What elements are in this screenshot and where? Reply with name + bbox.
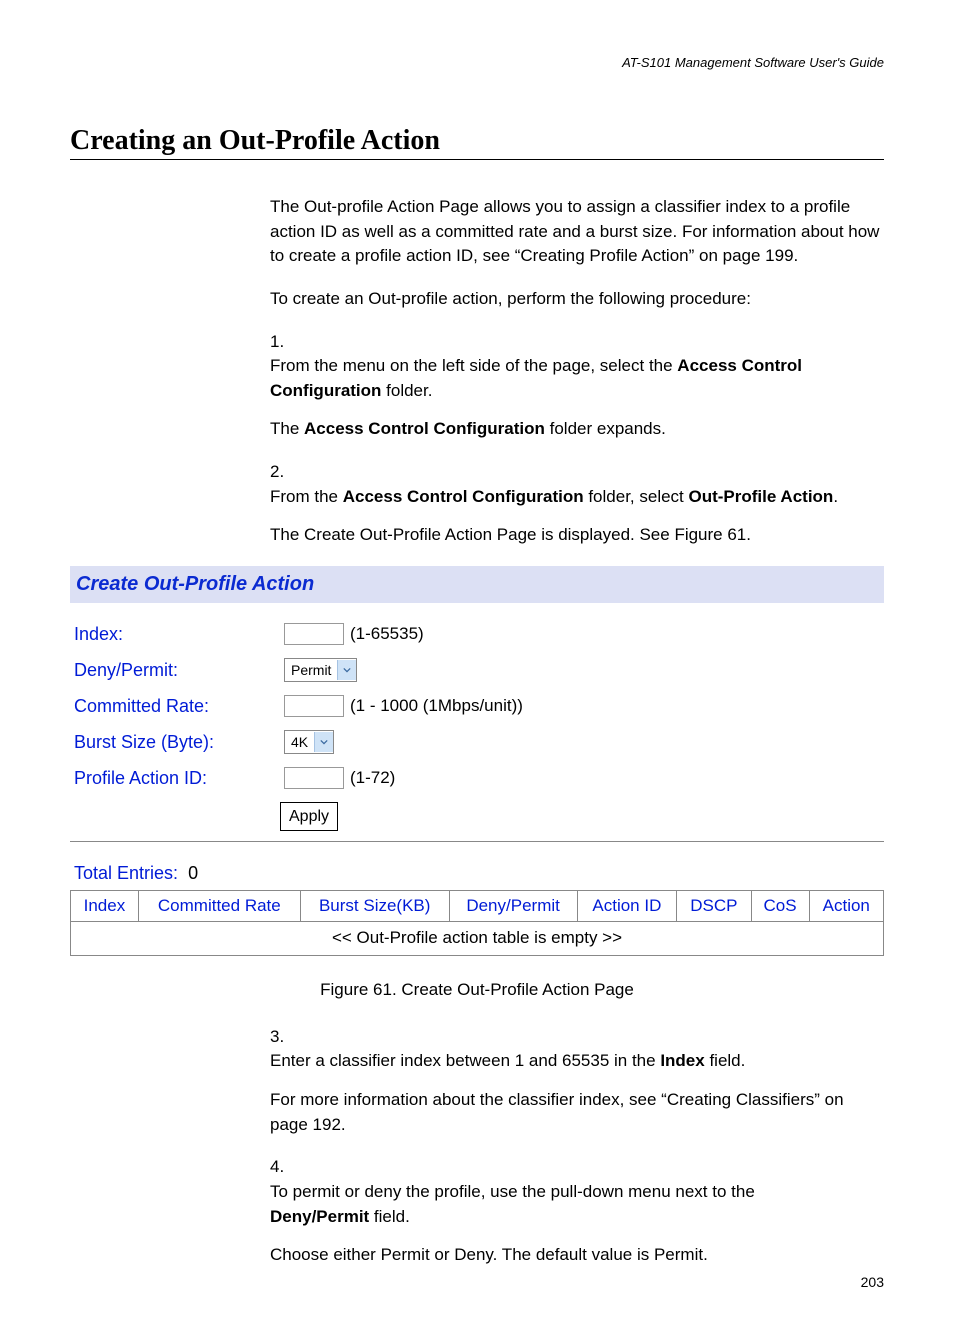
apply-button[interactable]: Apply (280, 802, 338, 831)
col-committed-rate: Committed Rate (138, 890, 300, 922)
step-text: The (270, 419, 304, 438)
committed-rate-input[interactable] (284, 695, 344, 717)
burst-size-select[interactable]: 4K (284, 730, 334, 754)
step-text: . (833, 487, 838, 506)
col-dscp: DSCP (677, 890, 751, 922)
step-text: field. (705, 1051, 746, 1070)
step-text: The Create Out-Profile Action Page is di… (270, 523, 854, 548)
label-index: Index: (70, 621, 284, 647)
index-input[interactable] (284, 623, 344, 645)
col-action-id: Action ID (577, 890, 677, 922)
col-action: Action (809, 890, 883, 922)
table-empty-message: << Out-Profile action table is empty >> (71, 922, 884, 956)
step-text: Enter a classifier index between 1 and 6… (270, 1051, 660, 1070)
total-entries-label: Total Entries: (74, 863, 178, 883)
running-header: AT-S101 Management Software User's Guide (70, 55, 884, 70)
step-text: From the (270, 487, 343, 506)
step-text: For more information about the classifie… (270, 1088, 854, 1137)
hint-profile-action-id: (1-72) (350, 766, 395, 791)
page-number: 203 (861, 1274, 884, 1290)
intro-paragraph: The Out-profile Action Page allows you t… (270, 195, 884, 269)
out-profile-action-table: Index Committed Rate Burst Size(KB) Deny… (70, 890, 884, 956)
figure-create-out-profile-action: Create Out-Profile Action Index: (1-6553… (70, 566, 884, 956)
step-text: From the menu on the left side of the pa… (270, 356, 677, 375)
figure-caption: Figure 61. Create Out-Profile Action Pag… (70, 978, 884, 1003)
step-number: 2. (270, 460, 296, 485)
step-bold: Out-Profile Action (689, 487, 834, 506)
total-entries: Total Entries: 0 (70, 860, 884, 886)
step-bold: Access Control Configuration (343, 487, 584, 506)
label-profile-action-id: Profile Action ID: (70, 765, 284, 791)
chevron-down-icon (337, 660, 356, 680)
step-text: folder expands. (545, 419, 666, 438)
col-deny-permit: Deny/Permit (449, 890, 577, 922)
panel-title: Create Out-Profile Action (70, 566, 884, 603)
step-bold: Deny/Permit (270, 1207, 369, 1226)
profile-action-id-input[interactable] (284, 767, 344, 789)
table-header-row: Index Committed Rate Burst Size(KB) Deny… (71, 890, 884, 922)
step-bold: Access Control Configuration (304, 419, 545, 438)
step-bold: Index (660, 1051, 704, 1070)
hint-index: (1-65535) (350, 622, 424, 647)
step-text: folder. (381, 381, 432, 400)
section-title: Creating an Out-Profile Action (70, 125, 884, 160)
col-index: Index (71, 890, 139, 922)
step-text: field. (369, 1207, 410, 1226)
total-entries-value: 0 (188, 863, 198, 883)
step-text: folder, select (584, 487, 689, 506)
deny-permit-select[interactable]: Permit (284, 658, 357, 682)
col-cos: CoS (751, 890, 809, 922)
label-burst-size: Burst Size (Byte): (70, 729, 284, 755)
step-number: 3. (270, 1025, 296, 1050)
select-value: 4K (285, 732, 314, 752)
label-committed-rate: Committed Rate: (70, 693, 284, 719)
step-text: Choose either Permit or Deny. The defaul… (270, 1243, 854, 1268)
select-value: Permit (285, 660, 337, 680)
step-number: 4. (270, 1155, 296, 1180)
step-text: To permit or deny the profile, use the p… (270, 1182, 755, 1201)
lead-in: To create an Out-profile action, perform… (270, 287, 884, 312)
label-deny-permit: Deny/Permit: (70, 657, 284, 683)
chevron-down-icon (314, 732, 333, 752)
col-burst-size: Burst Size(KB) (300, 890, 449, 922)
table-row: << Out-Profile action table is empty >> (71, 922, 884, 956)
step-number: 1. (270, 330, 296, 355)
hint-committed-rate: (1 - 1000 (1Mbps/unit)) (350, 694, 523, 719)
